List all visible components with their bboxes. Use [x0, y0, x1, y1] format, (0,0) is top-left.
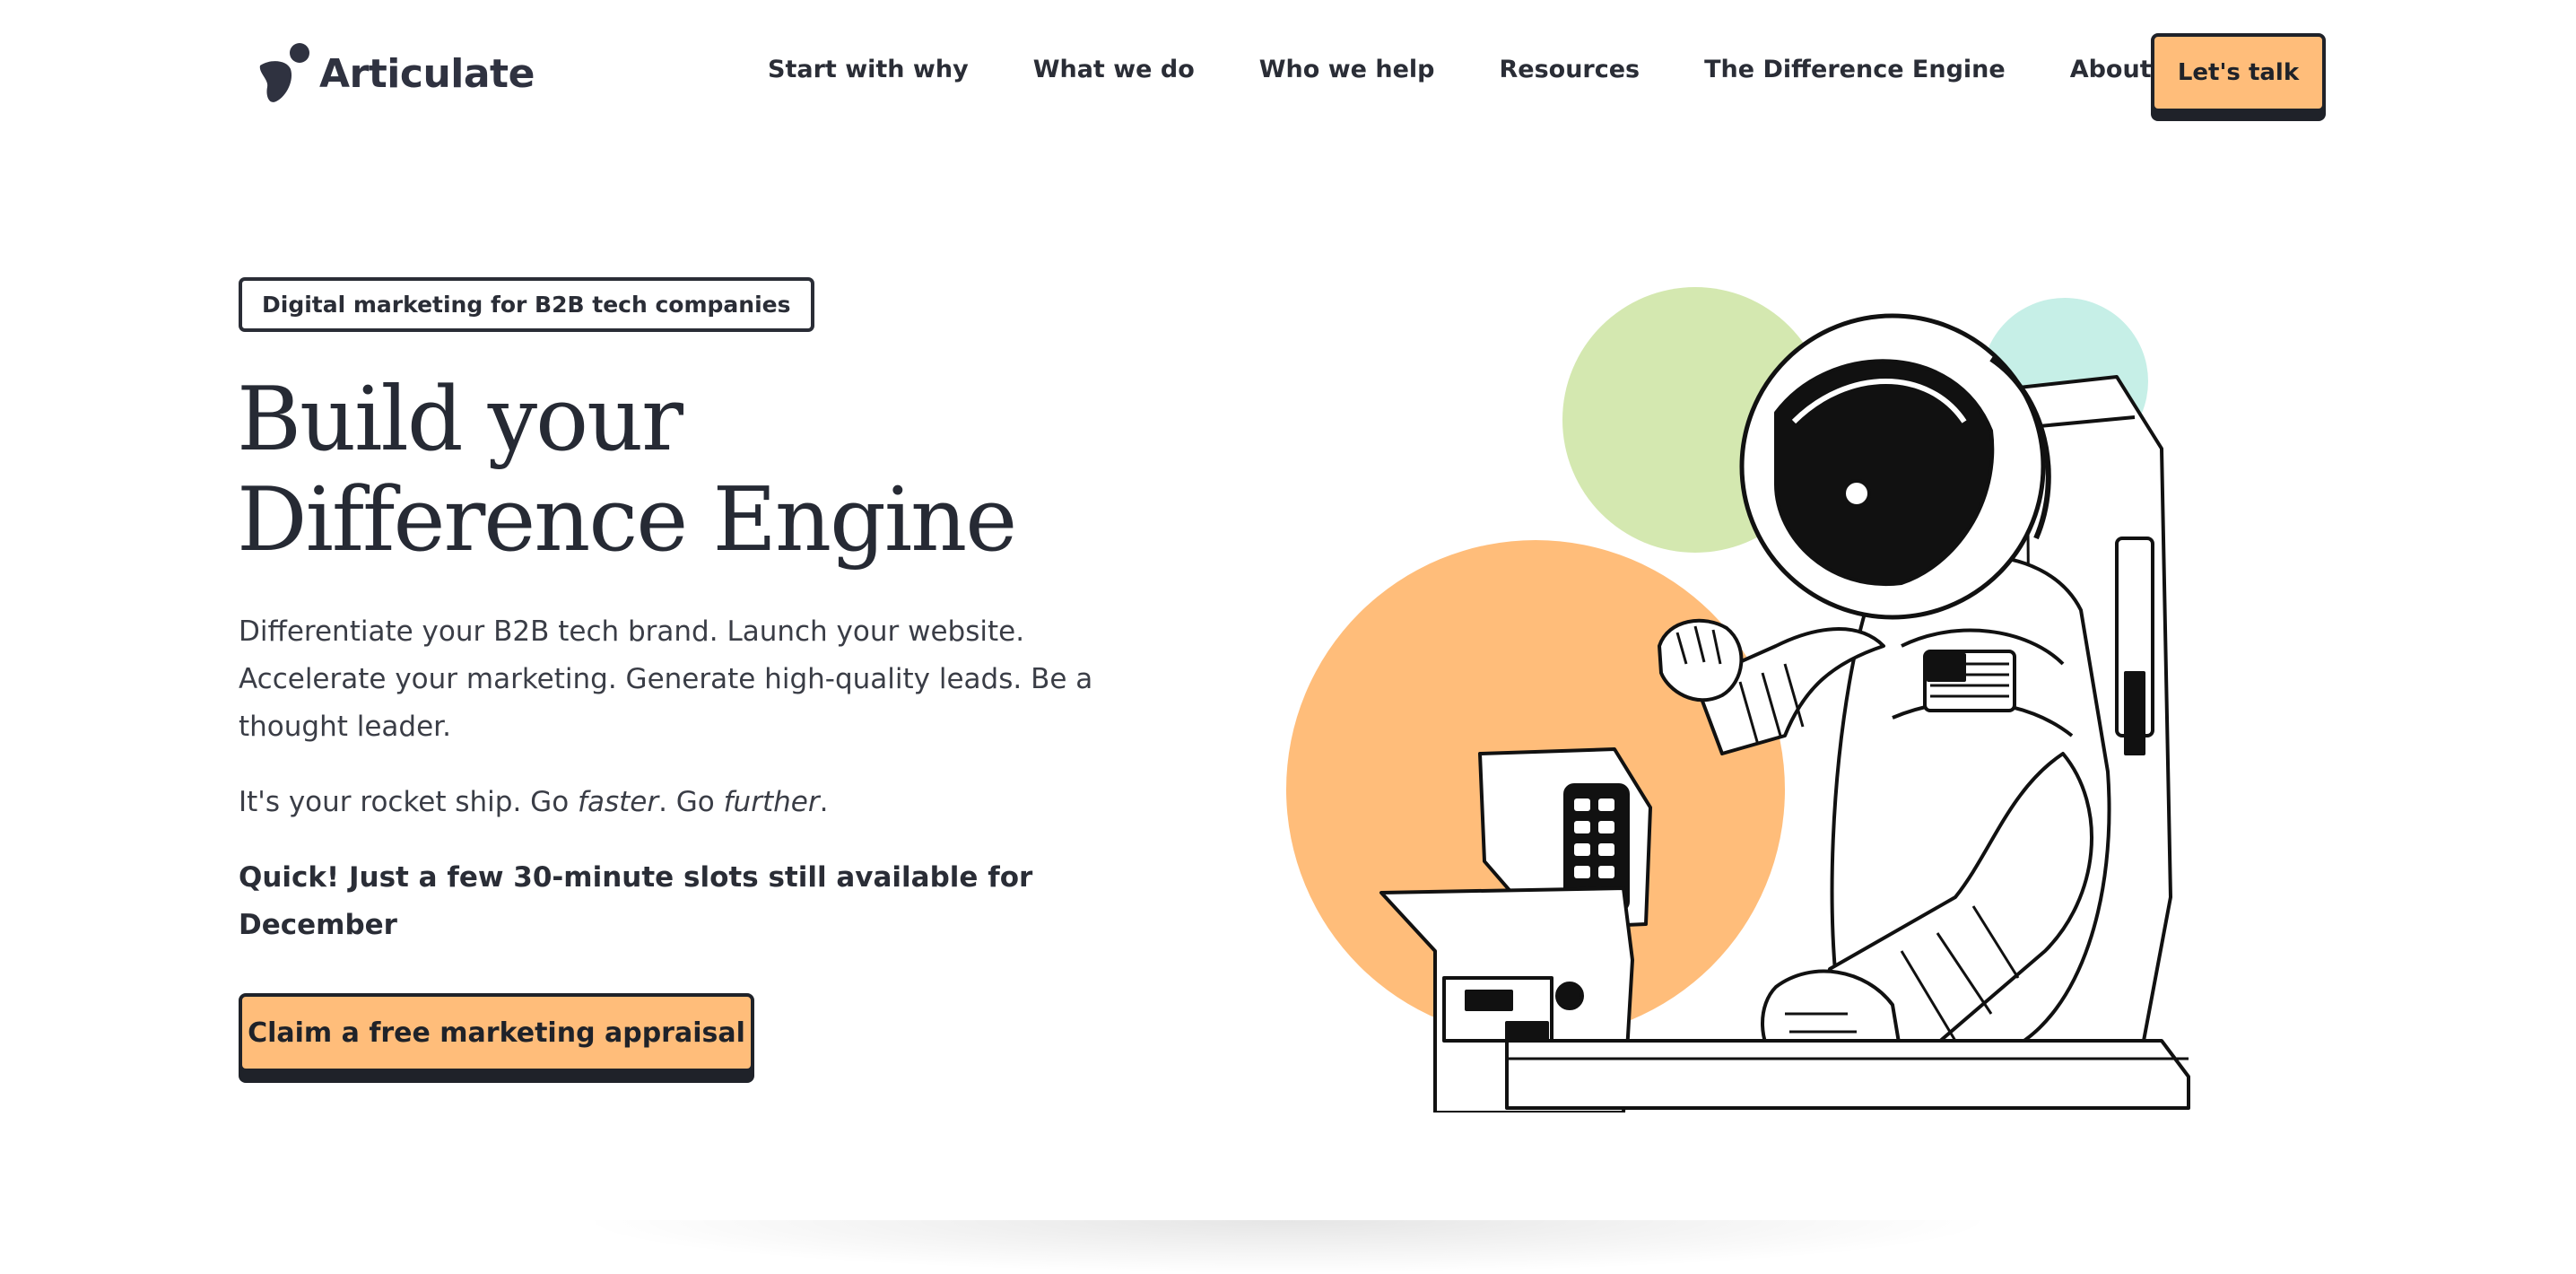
nav-who-we-help[interactable]: Who we help: [1259, 56, 1435, 83]
hero-lead: Differentiate your B2B tech brand. Launc…: [239, 608, 1136, 751]
nav-start-with-why[interactable]: Start with why: [768, 56, 969, 83]
hero-lead-line-3: thought leader.: [239, 711, 451, 743]
main-nav: Start with why What we do Who we help Re…: [768, 56, 2256, 83]
rocket-faster: faster: [578, 786, 659, 818]
claim-appraisal-button[interactable]: Claim a free marketing appraisal: [239, 993, 754, 1072]
nav-difference-engine[interactable]: The Difference Engine: [1704, 56, 2006, 83]
lets-talk-button[interactable]: Let's talk: [2151, 33, 2326, 112]
rocket-middle: . Go: [658, 786, 724, 818]
rocket-suffix: .: [819, 786, 829, 818]
section-divider-shadow: [574, 1220, 2000, 1274]
rocket-prefix: It's your rocket ship. Go: [239, 786, 579, 818]
availability-notice: Quick! Just a few 30-minute slots still …: [239, 854, 1046, 949]
rocket-further: further: [723, 786, 820, 818]
nav-what-we-do[interactable]: What we do: [1033, 56, 1195, 83]
rocket-line: It's your rocket ship. Go faster. Go fur…: [239, 779, 828, 826]
brand-logo[interactable]: Articulate: [255, 41, 535, 106]
site-header: Articulate Start with why What we do Who…: [0, 0, 2576, 144]
astronaut-at-control-panel-illustration: [1286, 287, 2190, 1113]
hero-lead-line-1: Differentiate your B2B tech brand. Launc…: [239, 615, 1025, 648]
hero-lead-line-2: Accelerate your marketing. Generate high…: [239, 663, 1093, 695]
hero-title-line-1: Build your: [237, 369, 683, 471]
nav-resources[interactable]: Resources: [1499, 56, 1640, 83]
brand-name: Articulate: [319, 50, 535, 97]
availability-line-2: December: [239, 909, 397, 941]
availability-line-1: Quick! Just a few 30-minute slots still …: [239, 861, 1033, 894]
hero-tag: Digital marketing for B2B tech companies: [239, 277, 814, 332]
hero-title: Build your Difference Engine: [237, 370, 1134, 571]
hero-title-line-2: Difference Engine: [237, 469, 1017, 572]
articulate-logo-icon: [259, 43, 309, 102]
